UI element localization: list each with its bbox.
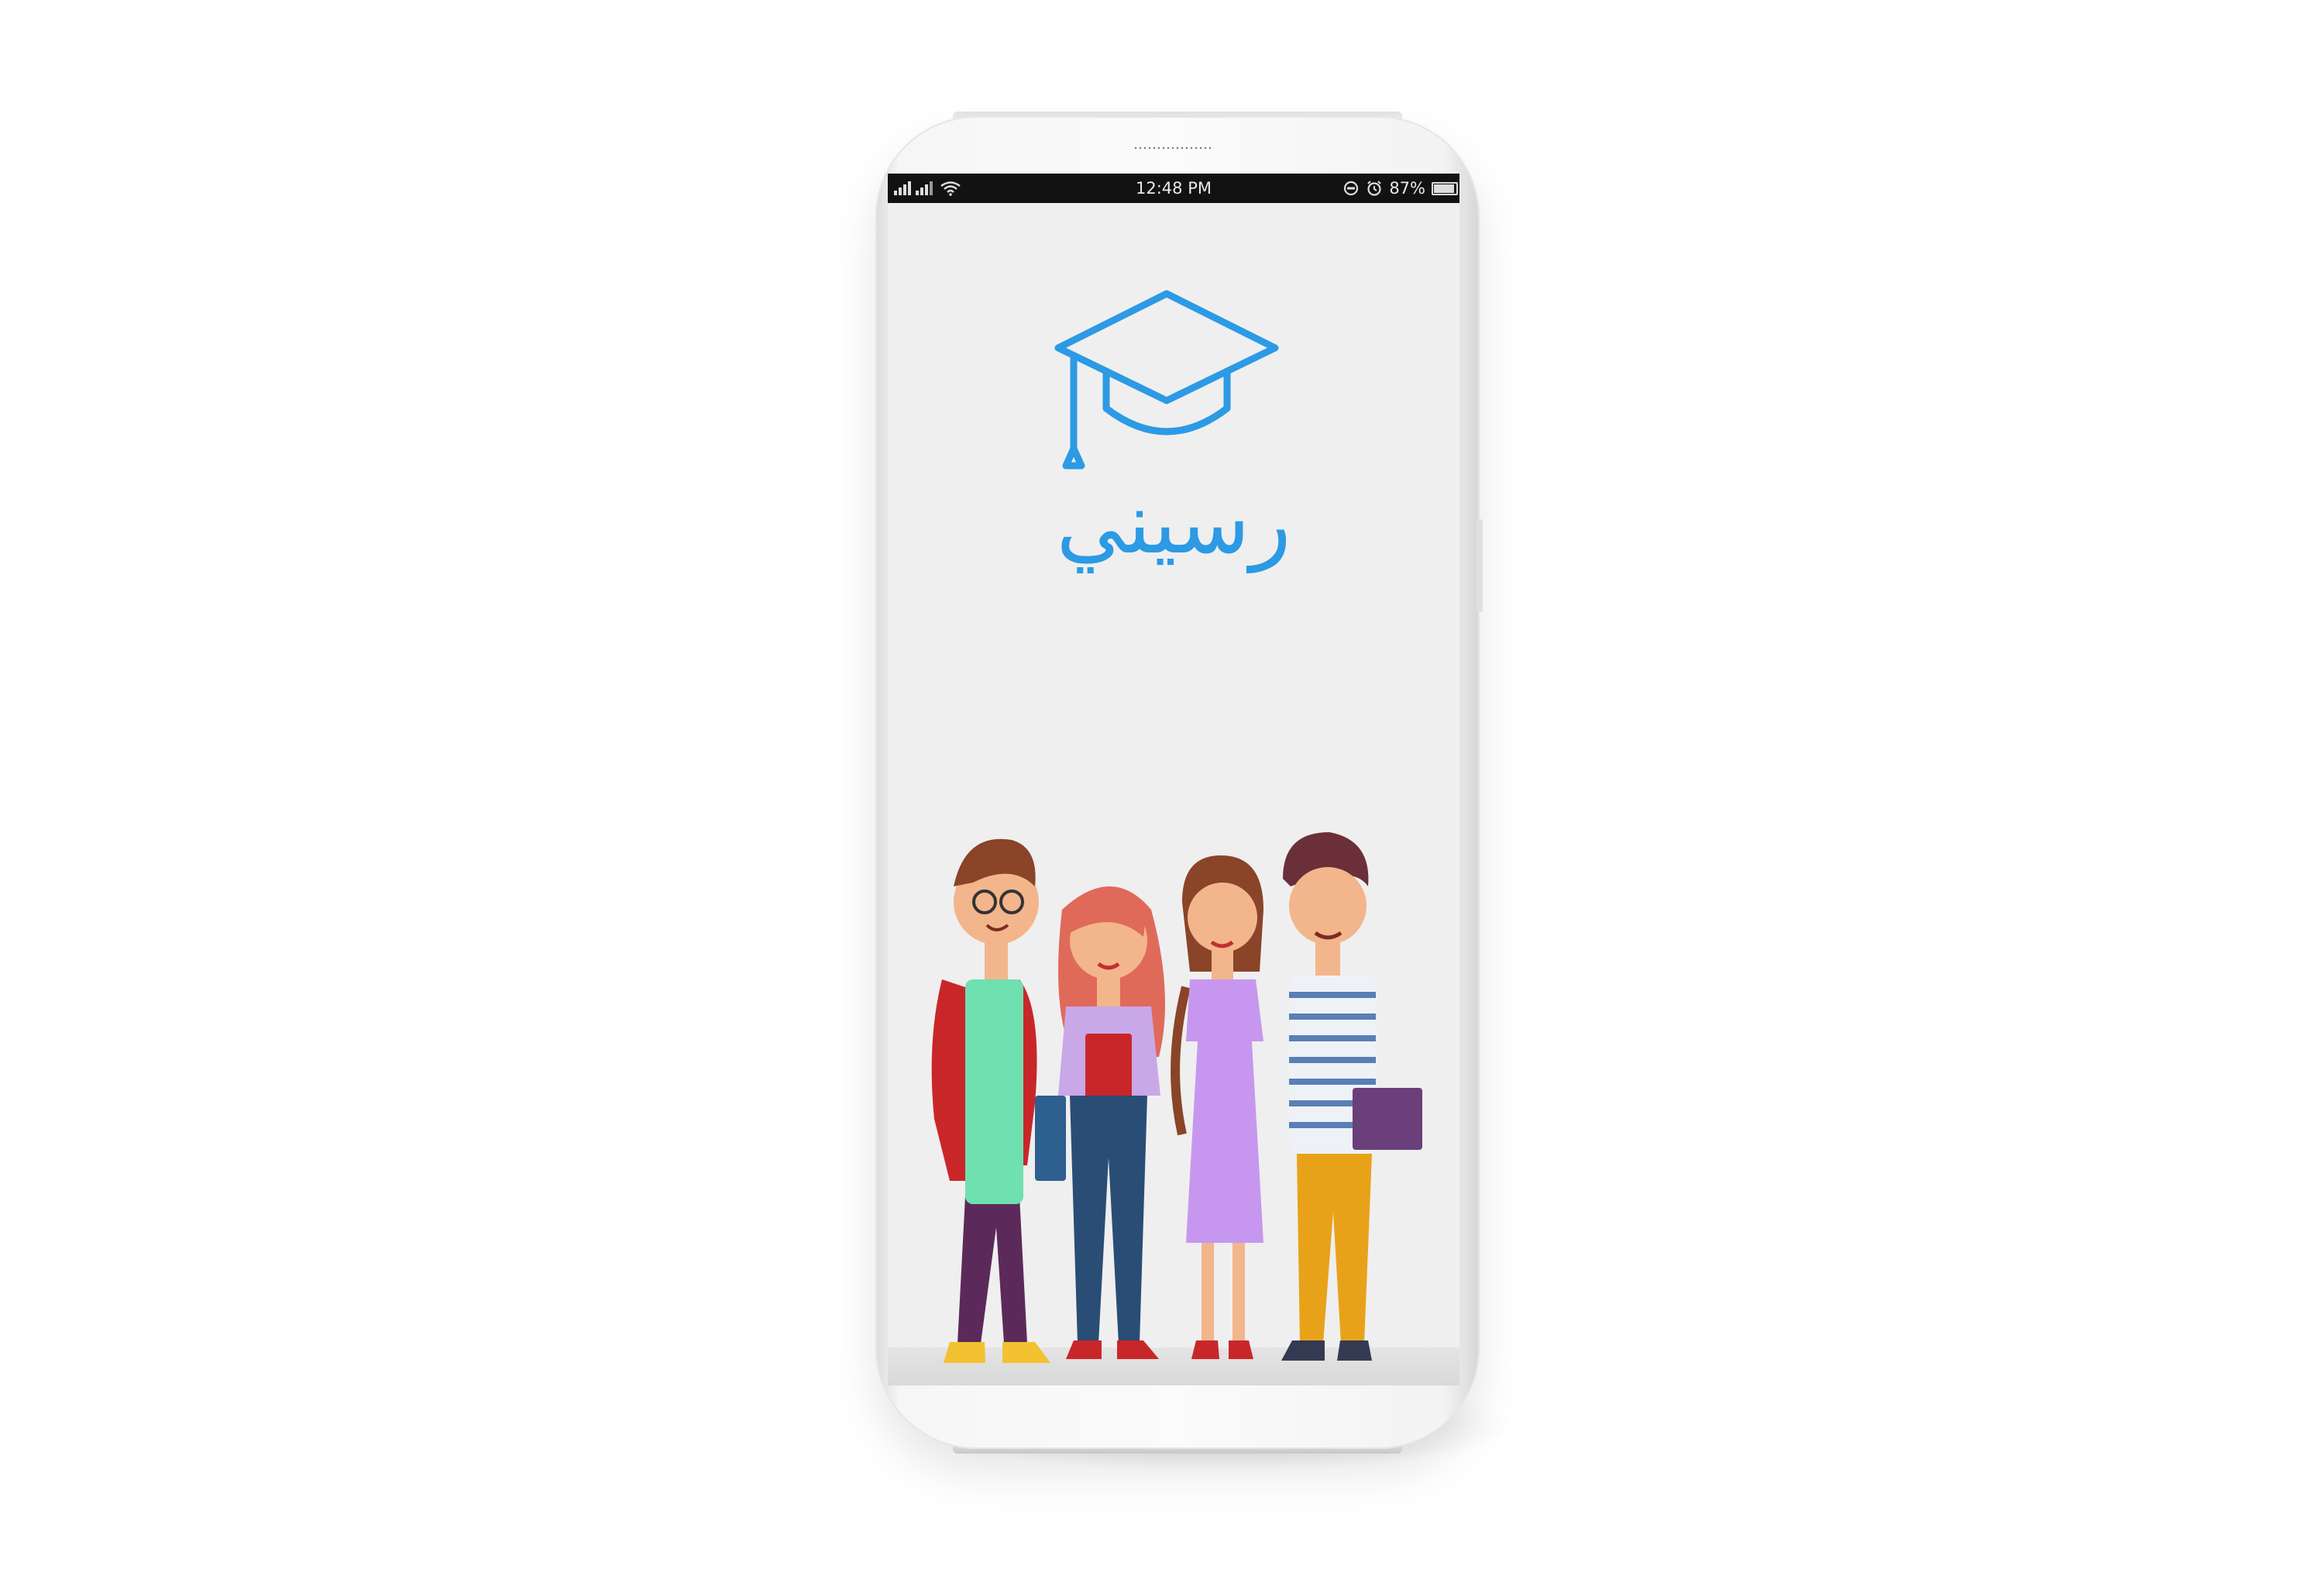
phone-side-button <box>1477 519 1483 612</box>
status-bar: 12:48 PM 87% <box>888 174 1459 203</box>
mockup-stage: 12:48 PM 87% رسيني <box>0 0 2324 1583</box>
battery-percent: 87% <box>1389 179 1425 198</box>
student-girl-long-hair <box>1058 886 1165 1359</box>
student-girl-purple-dress <box>1171 855 1263 1359</box>
status-right-icons: 87% <box>1342 174 1458 203</box>
battery-icon <box>1432 181 1458 195</box>
alarm-icon <box>1367 181 1382 196</box>
students-group-illustration <box>931 832 1422 1363</box>
app-name-title: رسيني <box>1056 473 1291 573</box>
student-boy-striped <box>1281 832 1422 1361</box>
student-boy-glasses <box>931 838 1066 1363</box>
phone-speaker-grille <box>1133 146 1214 150</box>
do-not-disturb-icon <box>1344 181 1359 196</box>
graduation-cap-icon <box>1054 290 1279 470</box>
app-splash-screen[interactable]: 12:48 PM 87% رسيني <box>888 174 1459 1385</box>
battery-level-fill <box>1434 184 1455 193</box>
